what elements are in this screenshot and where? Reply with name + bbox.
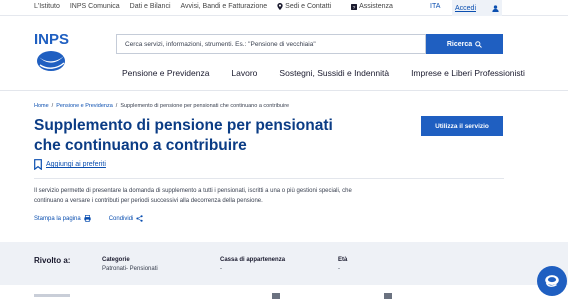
utility-bar: L'Istituto INPS Comunica Dati e Bilanci … [0, 0, 568, 16]
cutoff-icon [272, 293, 280, 299]
help-icon: ? [351, 3, 358, 10]
search-button[interactable]: Ricerca [426, 34, 503, 54]
print-page-link[interactable]: Stampa la pagina [34, 215, 91, 222]
chat-icon [545, 275, 559, 287]
inps-logo-icon: INPS [34, 31, 69, 71]
audience-eta: Età - [338, 257, 347, 272]
main-navigation: Pensione e Previdenza Lavoro Sostegni, S… [122, 68, 547, 78]
printer-icon [84, 215, 91, 222]
breadcrumb-current: Supplemento di pensione per pensionati c… [120, 103, 290, 109]
add-favorites-label: Aggiungi ai preferiti [46, 161, 106, 168]
location-pin-icon [277, 3, 283, 10]
nav-lavoro[interactable]: Lavoro [231, 68, 257, 78]
utility-links: L'Istituto INPS Comunica Dati e Bilanci … [34, 3, 413, 10]
audience-value: - [220, 266, 222, 272]
breadcrumb-home[interactable]: Home [34, 103, 49, 109]
service-description: Il servizio permette di presentare la do… [34, 188, 352, 204]
audience-header: Cassa di appartenenza [220, 257, 286, 263]
breadcrumb-section[interactable]: Pensione e Previdenza [56, 103, 113, 109]
cutoff-icon [384, 293, 392, 299]
share-icon [136, 215, 144, 222]
use-service-button[interactable]: Utilizza il servizio [421, 116, 503, 136]
nav-imprese[interactable]: Imprese e Liberi Professionisti [411, 68, 525, 78]
nav-divider [0, 90, 568, 91]
search-input[interactable]: Cerca servizi, informazioni, strumenti. … [116, 34, 426, 54]
utility-link-comunica[interactable]: INPS Comunica [70, 3, 120, 10]
audience-header: Età [338, 257, 348, 263]
add-favorites-link[interactable]: Aggiungi ai preferiti [34, 159, 106, 170]
share-link[interactable]: Condividi [109, 215, 144, 222]
breadcrumb-separator: / [115, 103, 118, 109]
nav-sostegni[interactable]: Sostegni, Sussidi e Indennità [279, 68, 389, 78]
utility-link-sedi-label: Sedi e Contatti [285, 3, 332, 10]
svg-text:?: ? [353, 4, 356, 9]
utility-link-assistenza[interactable]: ? Assistenza [351, 3, 403, 10]
audience-label: Rivolto a: [34, 256, 71, 265]
utility-link-sedi[interactable]: Sedi e Contatti [277, 3, 341, 10]
utility-link-avvisi[interactable]: Avvisi, Bandi e Fatturazione [181, 3, 268, 10]
page-title: Supplemento di pensione per pensionati c… [34, 117, 333, 154]
audience-value: - [338, 266, 340, 272]
page-continuation [0, 285, 568, 300]
user-icon [492, 4, 499, 12]
chat-assistant-button[interactable] [537, 266, 567, 296]
audience-section: Rivolto a: Categorie Patronati- Pensiona… [0, 242, 568, 285]
search-icon [475, 40, 482, 48]
utility-link-assistenza-label: Assistenza [359, 3, 393, 10]
content-divider [34, 178, 504, 179]
breadcrumb-separator: / [51, 103, 54, 109]
audience-header: Categorie [102, 257, 130, 263]
page-actions: Stampa la pagina Condividi [34, 215, 144, 222]
utility-link-dati[interactable]: Dati e Bilanci [130, 3, 171, 10]
login-label: Accedi [454, 4, 476, 12]
nav-pensione[interactable]: Pensione e Previdenza [122, 68, 209, 78]
cutoff-text-placeholder [34, 294, 70, 297]
audience-value: Patronati- Pensionati [102, 266, 158, 272]
audience-cassa: Cassa di appartenenza - [220, 257, 285, 272]
bookmark-icon [34, 159, 42, 170]
login-button[interactable]: Accedi [452, 0, 502, 16]
inps-logo[interactable]: INPS [34, 30, 72, 78]
audience-categorie: Categorie Patronati- Pensionati [102, 257, 158, 272]
breadcrumb: Home / Pensione e Previdenza / Supplemen… [34, 103, 289, 109]
logo-text: INPS [34, 31, 69, 48]
language-selector[interactable]: ITA [430, 3, 440, 10]
share-label: Condividi [108, 215, 134, 222]
search-button-label: Ricerca [446, 40, 473, 48]
utility-link-istituto[interactable]: L'Istituto [34, 3, 60, 10]
print-label: Stampa la pagina [34, 215, 81, 222]
